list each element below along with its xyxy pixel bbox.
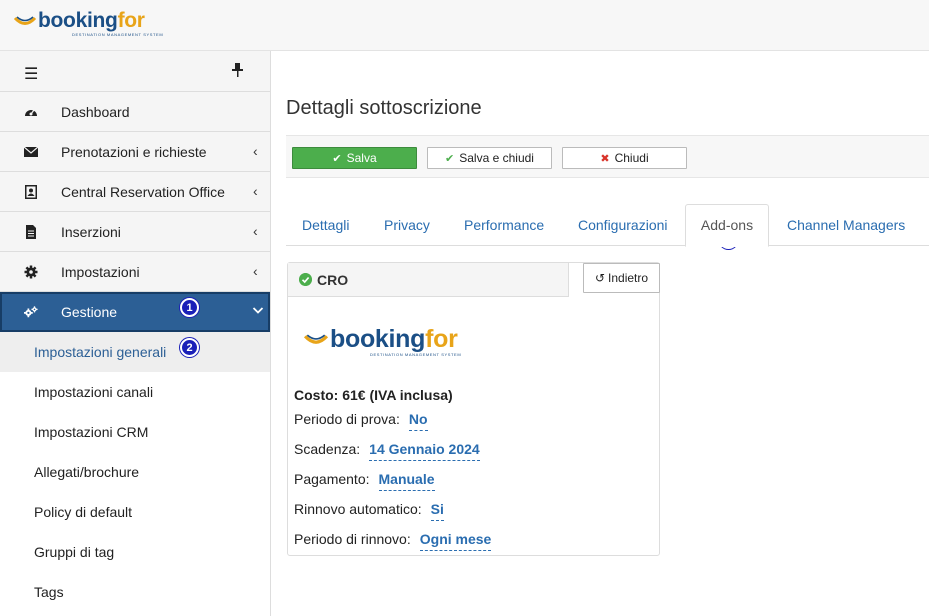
chevron-left-icon: ‹ xyxy=(253,183,258,199)
save-and-close-button-label: Salva e chiudi xyxy=(459,151,534,165)
field-value-editable[interactable]: No xyxy=(408,411,428,431)
back-button-label: Indietro xyxy=(608,271,649,285)
annotation-badge-2: 2 xyxy=(180,338,199,357)
back-button[interactable]: ↺ Indietro xyxy=(583,263,660,293)
field-scadenza: Scadenza: 14 Gennaio 2024 xyxy=(294,441,480,461)
field-value-editable[interactable]: Manuale xyxy=(378,471,435,491)
save-button-label: Salva xyxy=(346,151,377,165)
addon-logo: bookingfor Destination Management System xyxy=(304,325,461,357)
sidebar-item-cro[interactable]: Central Reservation Office ‹ xyxy=(0,172,270,212)
check-icon: ✔ xyxy=(332,152,342,165)
top-bar: bookingfor Destination Management System xyxy=(0,0,929,51)
sidebar-header: ☰ xyxy=(0,51,270,92)
field-rinnovo-automatico: Rinnovo automatico: Si xyxy=(294,501,444,521)
field-label: Periodo di prova: xyxy=(294,411,400,427)
field-periodo-prova: Periodo di prova: No xyxy=(294,411,428,431)
chevron-left-icon: ‹ xyxy=(253,263,258,279)
sidebar-item-label: Impostazioni xyxy=(61,264,140,280)
addon-panel: CRO ↺ Indietro bookingfor Destination Ma… xyxy=(287,262,660,556)
tab-configurazioni[interactable]: Configurazioni xyxy=(578,217,668,233)
field-value-editable[interactable]: 14 Gennaio 2024 xyxy=(369,441,480,461)
save-button[interactable]: ✔ Salva xyxy=(292,147,417,169)
sidebar-subitem-gruppi-tag[interactable]: Gruppi di tag xyxy=(0,532,270,572)
sidebar-subitem-policy[interactable]: Policy di default xyxy=(0,492,270,532)
field-label: Pagamento: xyxy=(294,471,370,487)
save-and-close-button[interactable]: ✔ Salva e chiudi xyxy=(427,147,552,169)
chevron-down-icon xyxy=(252,303,264,319)
sidebar-subitem-impostazioni-crm[interactable]: Impostazioni CRM xyxy=(0,412,270,452)
annotation-badge-1: 1 xyxy=(180,298,199,317)
sidebar-item-gestione[interactable]: Gestione xyxy=(0,292,270,332)
addon-cost: Costo: 61€ (IVA inclusa) xyxy=(294,387,453,403)
tab-privacy[interactable]: Privacy xyxy=(384,217,430,233)
sidebar-subitem-label: Allegati/brochure xyxy=(34,464,140,480)
sidebar-subitem-impostazioni-canali[interactable]: Impostazioni canali xyxy=(0,372,270,412)
sidebar-item-impostazioni[interactable]: Impostazioni ‹ xyxy=(0,252,270,292)
close-button[interactable]: ✖ Chiudi xyxy=(562,147,687,169)
chevron-left-icon: ‹ xyxy=(253,223,258,239)
close-button-label: Chiudi xyxy=(614,151,649,165)
field-periodo-rinnovo: Periodo di rinnovo: Ogni mese xyxy=(294,531,492,551)
tab-add-ons[interactable]: Add-ons xyxy=(685,204,769,247)
field-pagamento: Pagamento: Manuale xyxy=(294,471,435,491)
sidebar-item-label: Dashboard xyxy=(61,104,130,120)
logo-text: bookingfor xyxy=(38,9,145,32)
contact-card-icon xyxy=(25,185,37,199)
sidebar-subitem-impostazioni-generali[interactable]: Impostazioni generali xyxy=(0,332,270,372)
logo-tagline: Destination Management System xyxy=(370,352,462,357)
dashboard-icon xyxy=(25,109,37,116)
gear-icon xyxy=(24,265,38,279)
logo-swoosh-icon xyxy=(304,334,328,344)
chevron-left-icon: ‹ xyxy=(253,143,258,159)
sidebar-item-label: Gestione xyxy=(61,304,118,320)
field-label: Rinnovo automatico: xyxy=(294,501,422,517)
addon-panel-header: CRO xyxy=(288,263,569,297)
page-title: Dettagli sottoscrizione xyxy=(286,97,482,119)
logo-tagline: Destination Management System xyxy=(72,32,164,37)
sidebar-subitem-label: Gruppi di tag xyxy=(34,544,115,560)
sidebar-subitem-label: Impostazioni canali xyxy=(34,384,154,400)
sidebar-item-label: Inserzioni xyxy=(61,224,121,240)
field-value-editable[interactable]: Ogni mese xyxy=(419,531,492,551)
sidebar: ☰ Dashboard Prenotazioni e richieste ‹ C… xyxy=(0,51,271,616)
check-icon: ✔ xyxy=(445,152,455,165)
document-icon xyxy=(26,225,36,239)
sidebar-subitem-label: Tags xyxy=(34,584,64,600)
sidebar-subitem-allegati[interactable]: Allegati/brochure xyxy=(0,452,270,492)
tab-bar: Dettagli Privacy Performance Configurazi… xyxy=(286,204,929,247)
tab-channel-managers[interactable]: Channel Managers xyxy=(787,217,905,233)
addon-title: CRO xyxy=(317,272,349,288)
logo-swoosh-icon xyxy=(14,16,36,25)
field-value-editable[interactable]: Si xyxy=(430,501,444,521)
pin-icon[interactable] xyxy=(232,63,243,80)
close-icon: ✖ xyxy=(600,152,610,165)
field-label: Periodo di rinnovo: xyxy=(294,531,411,547)
action-toolbar: ✔ Salva ✔ Salva e chiudi ✖ Chiudi xyxy=(286,135,929,178)
sidebar-item-prenotazioni[interactable]: Prenotazioni e richieste ‹ xyxy=(0,132,270,172)
brand-logo[interactable]: bookingfor Destination Management System xyxy=(14,9,163,37)
tab-performance[interactable]: Performance xyxy=(464,217,544,233)
gears-icon xyxy=(24,306,38,318)
envelope-icon xyxy=(24,146,38,157)
undo-icon: ↺ xyxy=(594,271,606,285)
sidebar-subitem-label: Policy di default xyxy=(34,504,133,520)
sidebar-subitem-label: Impostazioni CRM xyxy=(34,424,149,440)
sidebar-item-inserzioni[interactable]: Inserzioni ‹ xyxy=(0,212,270,252)
tab-dettagli[interactable]: Dettagli xyxy=(302,217,349,233)
hamburger-menu-icon[interactable]: ☰ xyxy=(24,64,38,84)
check-circle-icon xyxy=(299,273,312,286)
sidebar-item-dashboard[interactable]: Dashboard xyxy=(0,92,270,132)
logo-text: bookingfor xyxy=(330,325,458,353)
field-label: Scadenza: xyxy=(294,441,361,457)
sidebar-subitem-label: Impostazioni generali xyxy=(34,344,167,360)
sidebar-subitem-tags[interactable]: Tags xyxy=(0,572,270,612)
sidebar-item-label: Central Reservation Office xyxy=(61,184,225,200)
sidebar-item-label: Prenotazioni e richieste xyxy=(61,144,207,160)
